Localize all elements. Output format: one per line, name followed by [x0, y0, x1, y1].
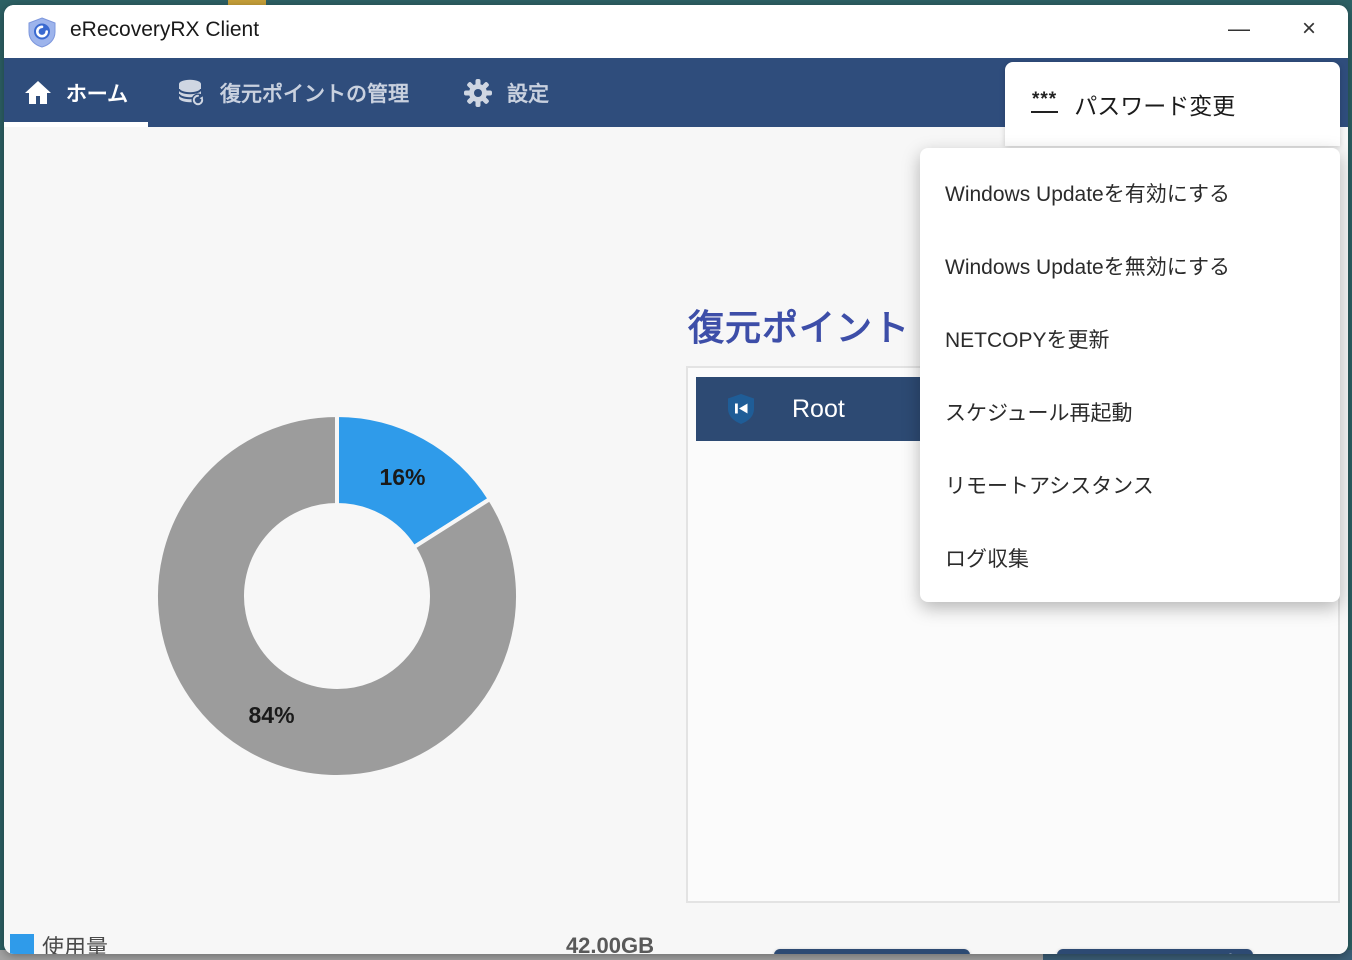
pie-slice-label: 16% — [379, 464, 425, 490]
chart-legend: 使用量 42.00GB 空き容量 196.47GB 保護サイズ 238.47GB — [10, 930, 654, 954]
menu-item-log-collection[interactable]: ログ収集 — [920, 521, 1340, 594]
used-swatch — [10, 934, 34, 954]
tab-manage-label: 復元ポイントの管理 — [220, 78, 409, 108]
tools-dropdown-menu: Windows Updateを有効にする Windows Updateを無効にす… — [920, 148, 1340, 602]
pie-slice-label: 84% — [248, 702, 294, 728]
tab-restore-point-management[interactable]: 復元ポイントの管理 — [166, 58, 419, 127]
root-label: Root — [792, 395, 845, 424]
close-button[interactable]: × — [1278, 5, 1340, 53]
tab-home[interactable]: ホーム — [4, 58, 148, 127]
legend-label: 使用量 — [42, 930, 108, 954]
menu-item-remote-assistance[interactable]: リモートアシスタンス — [920, 448, 1340, 521]
disk-usage-donut-chart: 16% 84% — [147, 406, 527, 786]
home-icon — [24, 80, 52, 106]
menu-item-schedule-restart[interactable]: スケジュール再起動 — [920, 375, 1340, 448]
password-change-menu-item[interactable]: *** パスワード変更 — [1005, 62, 1340, 146]
menu-item-disable-windows-update[interactable]: Windows Updateを無効にする — [920, 229, 1340, 302]
minimize-button[interactable]: — — [1208, 5, 1270, 53]
tab-settings[interactable]: 設定 — [453, 58, 559, 127]
quick-add-button[interactable]: クイック追加 — [1057, 949, 1253, 954]
root-shield-icon — [726, 393, 756, 425]
section-title: 復元ポイント — [688, 299, 910, 351]
database-icon — [176, 78, 206, 108]
password-change-label: パスワード変更 — [1074, 87, 1235, 121]
legend-row-used: 使用量 42.00GB — [10, 930, 654, 954]
legend-value: 42.00GB — [566, 933, 654, 954]
restore-button[interactable]: へ復元 — [774, 949, 970, 954]
app-window: eRecoveryRX Client — × ホーム — [4, 5, 1348, 954]
password-asterisks-icon: *** — [1031, 96, 1058, 113]
quick-add-button-label: クイック追加 — [1121, 948, 1247, 954]
tab-home-label: ホーム — [66, 78, 128, 108]
menu-item-update-netcopy[interactable]: NETCOPYを更新 — [920, 302, 1340, 375]
tab-settings-label: 設定 — [507, 78, 549, 108]
app-shield-icon — [26, 16, 58, 48]
window-title: eRecoveryRX Client — [70, 18, 259, 42]
desktop-backdrop: eRecoveryRX Client — × ホーム — [0, 0, 1352, 960]
title-bar: eRecoveryRX Client — × — [4, 5, 1348, 58]
gear-icon — [463, 78, 493, 108]
menu-item-enable-windows-update[interactable]: Windows Updateを有効にする — [920, 156, 1340, 229]
